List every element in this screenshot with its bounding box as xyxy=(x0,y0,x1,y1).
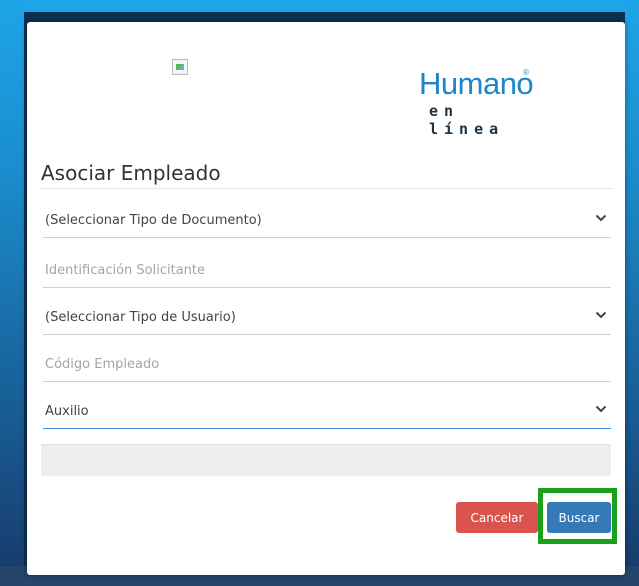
document-type-select[interactable]: (Seleccionar Tipo de Documento) xyxy=(43,198,611,238)
employee-code-input[interactable]: Código Empleado xyxy=(43,342,611,382)
user-type-select[interactable]: (Seleccionar Tipo de Usuario) xyxy=(43,295,611,335)
cancel-button[interactable]: Cancelar xyxy=(456,502,538,533)
chevron-down-icon xyxy=(595,214,607,222)
chevron-down-icon xyxy=(595,311,607,319)
employee-code-placeholder: Código Empleado xyxy=(45,357,160,372)
applicant-id-input[interactable]: Identificación Solicitante xyxy=(43,248,611,288)
logo-registered-mark: ® xyxy=(523,68,529,77)
applicant-id-placeholder: Identificación Solicitante xyxy=(45,263,206,278)
background-left-band xyxy=(0,0,24,586)
user-type-value: (Seleccionar Tipo de Usuario) xyxy=(45,310,236,325)
title-divider xyxy=(41,188,613,189)
associate-employee-modal: Humano ® en línea Asociar Empleado (Sele… xyxy=(27,22,625,575)
document-type-value: (Seleccionar Tipo de Documento) xyxy=(45,213,262,228)
message-bar xyxy=(41,444,611,476)
broken-image-icon xyxy=(172,59,188,75)
humano-en-linea-logo: Humano ® en línea xyxy=(419,66,539,138)
chevron-down-icon xyxy=(595,405,607,413)
modal-title: Asociar Empleado xyxy=(41,161,221,185)
background-top-band xyxy=(0,0,639,12)
search-button-highlight xyxy=(538,488,617,544)
logo-main-text: Humano xyxy=(419,66,534,101)
logo-sub-text: en línea xyxy=(429,102,505,138)
benefit-value: Auxilio xyxy=(45,404,89,419)
background-right-band xyxy=(625,0,639,586)
benefit-select[interactable]: Auxilio xyxy=(43,389,611,429)
